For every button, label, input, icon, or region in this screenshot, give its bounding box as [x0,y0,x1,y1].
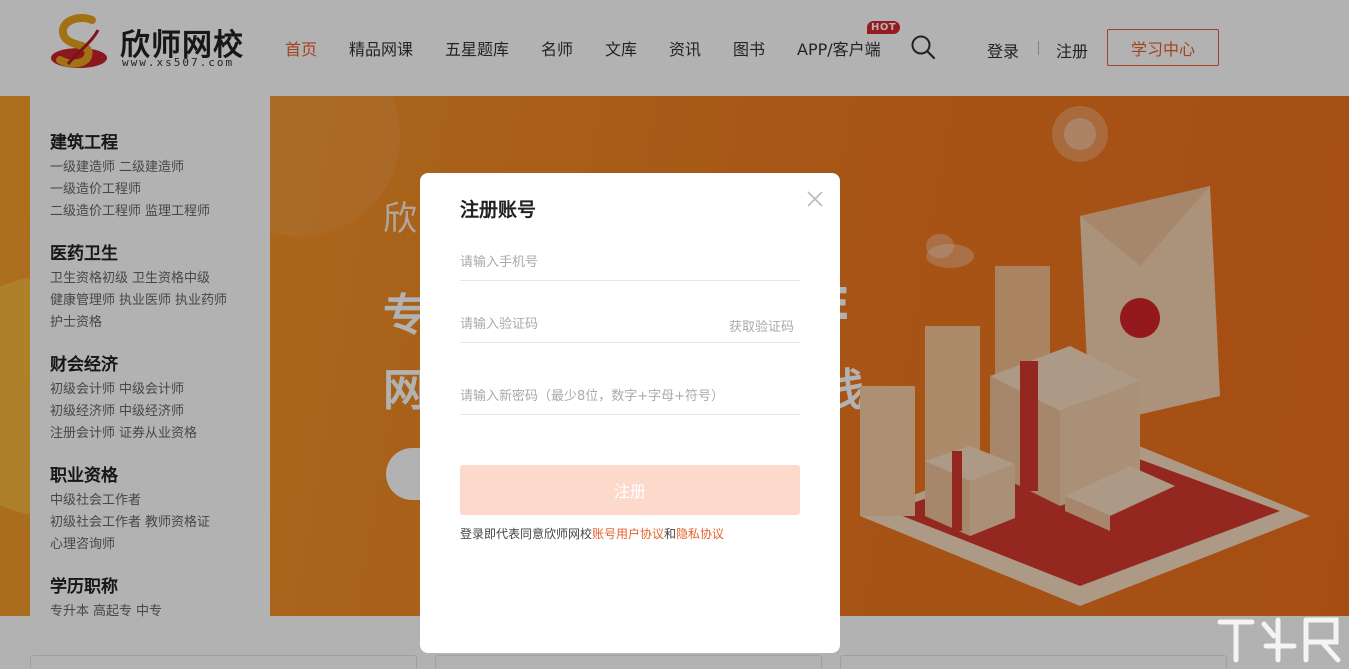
register-submit-button[interactable]: 注册 [460,465,800,515]
privacy-policy-link[interactable]: 隐私协议 [676,527,724,541]
agreement-prefix: 登录即代表同意欣师网校 [460,527,592,541]
phone-input[interactable] [460,251,710,273]
agreement-text: 登录即代表同意欣师网校账号用户协议和隐私协议 [460,525,724,542]
get-code-button[interactable]: 获取验证码 [729,316,794,335]
password-field [460,375,800,415]
code-field: 获取验证码 [460,303,800,343]
user-agreement-link[interactable]: 账号用户协议 [592,527,664,541]
verification-code-input[interactable] [460,313,710,335]
password-input[interactable] [460,385,800,407]
register-modal: 注册账号 获取验证码 注册 登录即代表同意欣师网校账号用户协议和隐私协议 [420,173,840,653]
close-icon[interactable] [805,189,825,209]
phone-field [460,241,800,281]
agreement-and: 和 [664,527,676,541]
modal-title: 注册账号 [460,195,536,222]
site-watermark-icon [1214,612,1344,669]
